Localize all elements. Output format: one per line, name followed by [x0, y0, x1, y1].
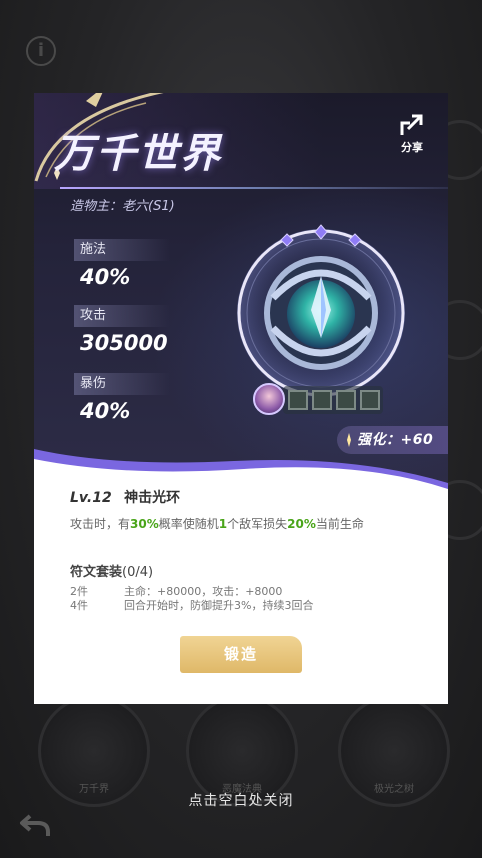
title-divider — [60, 187, 448, 189]
back-arrow-icon[interactable] — [18, 810, 52, 840]
rune-bonus-effect: 主命：+80000，攻击：+8000 — [124, 585, 283, 598]
desc-highlight: 30% — [130, 517, 159, 531]
rune-bonus-effect: 回合开始时，防御提升3%，持续3回合 — [124, 599, 314, 612]
owner-avatar[interactable] — [253, 383, 285, 415]
share-label: 分享 — [401, 141, 423, 154]
rune-bonus-pieces: 2件 — [70, 585, 88, 598]
desc-text: 概率使随机 — [158, 517, 219, 531]
artifact-detail-card: 万千世界 造物主：老六(S1) 分享 施法 40% 攻击 305000 暴伤 4… — [34, 93, 448, 704]
desc-highlight: 20% — [287, 517, 316, 531]
stat-label-crit-damage: 暴伤 — [74, 373, 170, 395]
rune-slot[interactable] — [336, 390, 356, 410]
stat-label-attack: 攻击 — [74, 305, 170, 327]
artifact-title: 万千世界 — [54, 130, 222, 177]
rune-set-label: 符文套装 — [70, 565, 123, 580]
skill-header: Lv.12 神击光环 — [70, 487, 180, 507]
rune-slot[interactable] — [312, 390, 332, 410]
close-hint[interactable]: 点击空白处关闭 — [0, 790, 482, 810]
skill-name: 神击光环 — [124, 490, 181, 506]
rune-slot[interactable] — [288, 390, 308, 410]
creator-text: 造物主：老六(S1) — [70, 199, 175, 214]
rune-slot[interactable] — [360, 390, 380, 410]
header-wave — [34, 449, 448, 493]
info-icon[interactable]: i — [26, 36, 56, 66]
desc-text: 攻击时，有 — [70, 517, 131, 531]
share-button[interactable]: 分享 — [392, 113, 432, 155]
stat-value-attack: 305000 — [80, 331, 168, 355]
stat-value-casting: 40% — [80, 265, 131, 289]
desc-highlight: 1 — [218, 517, 228, 531]
desc-text: 当前生命 — [315, 517, 364, 531]
skill-level: Lv.12 — [70, 490, 112, 506]
desc-text: 个敌军损失 — [227, 517, 288, 531]
rune-bonus-row: 2件 主命：+80000，攻击：+8000 — [70, 585, 282, 599]
skill-description: 攻击时，有30%概率使随机1个敌军损失20%当前生命 — [70, 516, 415, 533]
rune-set-count: (0/4) — [122, 565, 154, 580]
forge-button[interactable]: 锻造 — [180, 636, 302, 673]
rune-bonus-row: 4件 回合开始时，防御提升3%，持续3回合 — [70, 599, 313, 613]
rune-set-title: 符文套装(0/4) — [70, 561, 153, 580]
share-icon — [400, 114, 423, 135]
stat-label-casting: 施法 — [74, 239, 170, 261]
rune-bonus-pieces: 4件 — [70, 599, 88, 612]
stat-value-crit-damage: 40% — [80, 399, 131, 423]
